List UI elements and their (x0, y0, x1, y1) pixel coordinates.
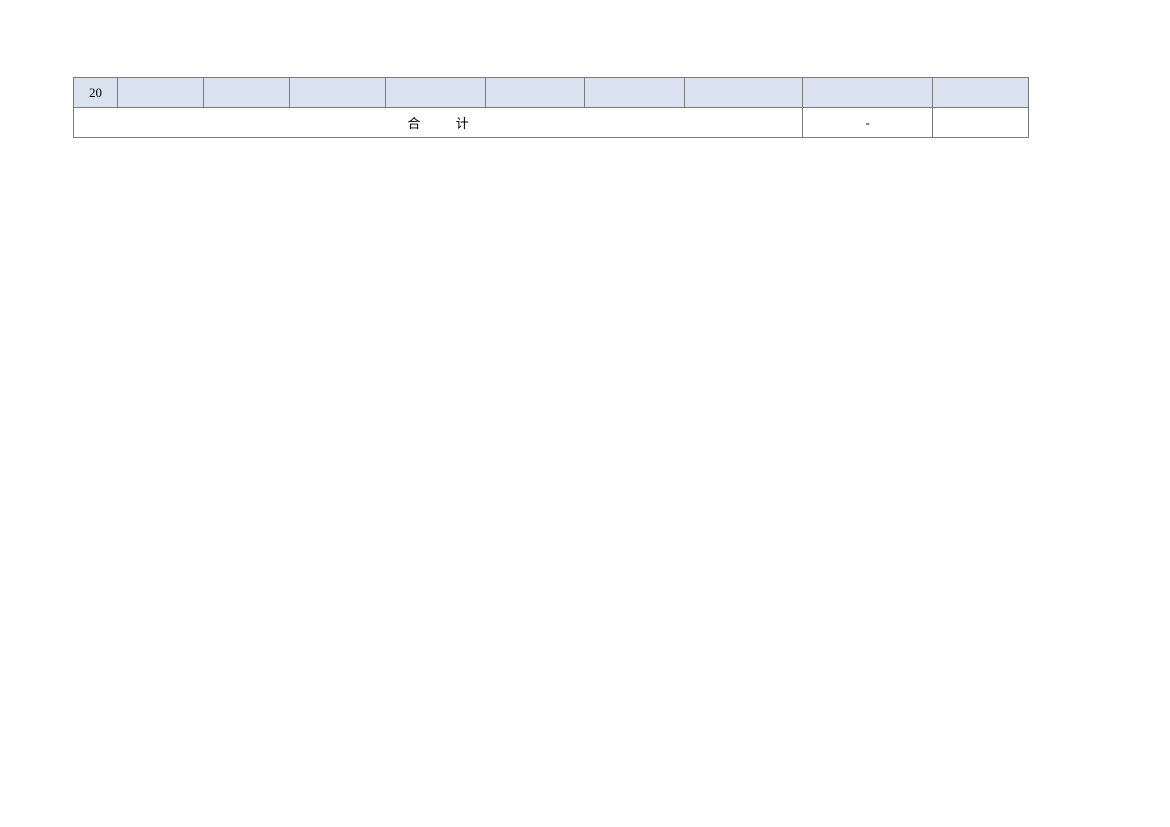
total-row: 合 计 - (74, 108, 1029, 138)
table-cell (385, 78, 485, 108)
total-label-cell: 合 计 (74, 108, 803, 138)
total-last-cell (933, 108, 1029, 138)
table-row: 20 (74, 78, 1029, 108)
table-cell (117, 78, 203, 108)
table-cell (685, 78, 803, 108)
table-cell (585, 78, 685, 108)
table-cell (203, 78, 289, 108)
table-cell (289, 78, 385, 108)
total-value-cell: - (803, 108, 933, 138)
table-cell (933, 78, 1029, 108)
table-cell (803, 78, 933, 108)
data-table: 20 合 计 - (73, 77, 1029, 138)
row-number-cell: 20 (74, 78, 118, 108)
table-cell (485, 78, 585, 108)
data-table-container: 20 合 计 - (73, 77, 1029, 138)
